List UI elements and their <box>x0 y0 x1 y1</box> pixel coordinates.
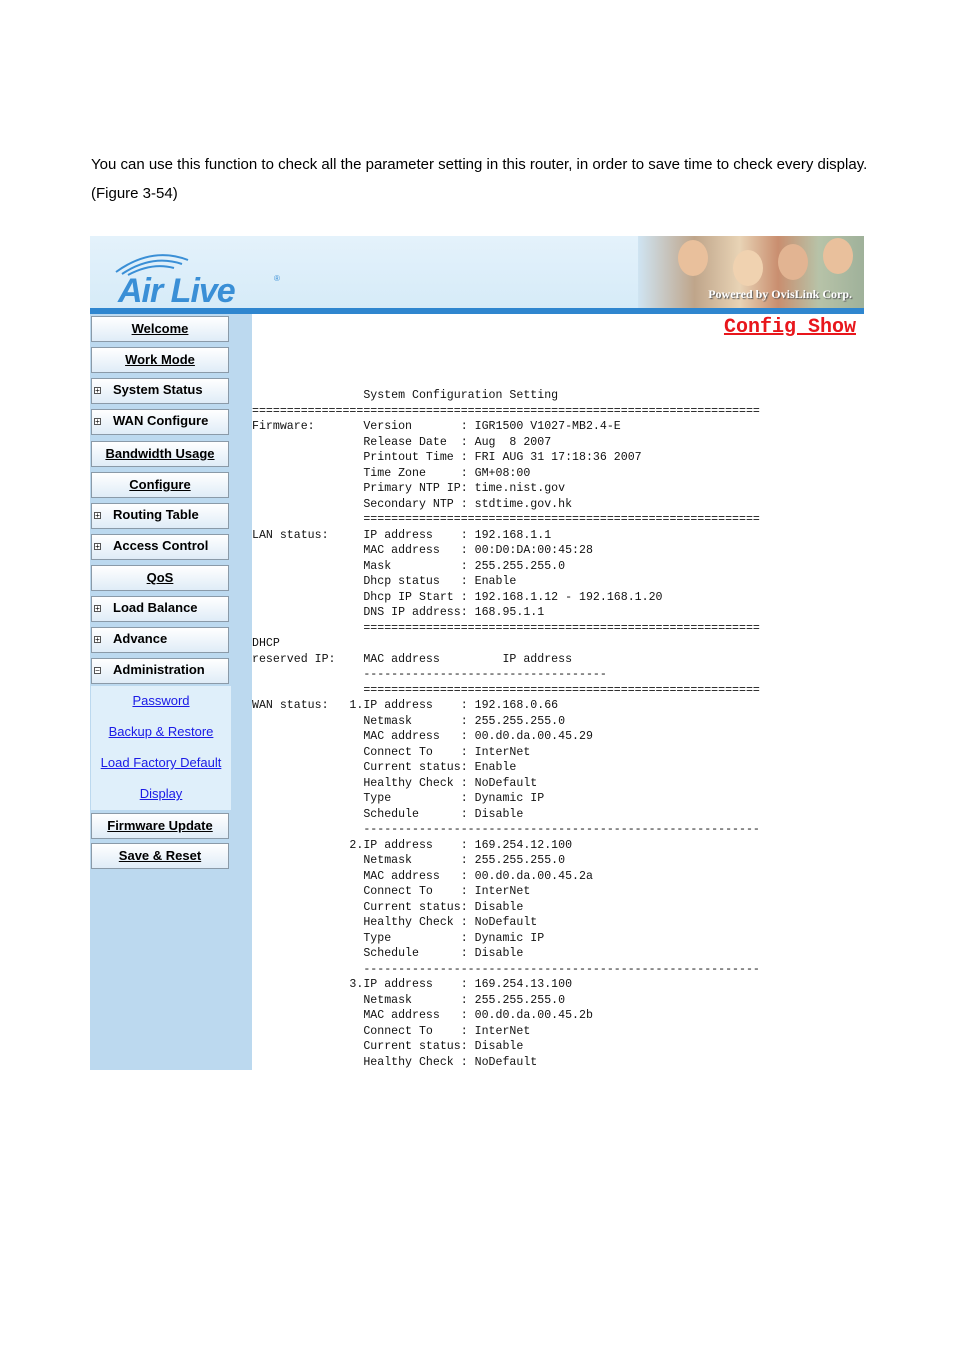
sidebar-item-welcome[interactable]: Welcome <box>91 316 229 342</box>
page-title: Config Show <box>723 316 856 339</box>
router-web-ui: Air Live ® Powered by OvisLink Corp. Wel… <box>90 236 864 1070</box>
sidebar-item-system-status[interactable]: + System Status <box>91 378 229 404</box>
sidebar-item-routing-table[interactable]: + Routing Table <box>91 503 229 529</box>
administration-submenu: Password Backup & Restore Load Factory D… <box>91 686 231 810</box>
sidebar-item-qos[interactable]: QoS <box>91 565 229 591</box>
powered-by-text: Powered by OvisLink Corp. <box>708 287 852 301</box>
sidebar-item-wan-configure[interactable]: + WAN Configure <box>91 409 229 435</box>
sidebar-item-label: QoS <box>146 570 174 585</box>
sidebar-item-label: Access Control <box>113 538 209 553</box>
sidebar-item-save-reset[interactable]: Save & Reset <box>91 843 229 869</box>
header-banner: Air Live ® Powered by OvisLink Corp. <box>90 236 864 308</box>
expand-icon[interactable]: + <box>94 512 101 520</box>
sidebar-item-label: Work Mode <box>125 352 195 367</box>
submenu-load-factory-default[interactable]: Load Factory Default <box>91 755 231 770</box>
sidebar-item-firmware-update[interactable]: Firmware Update <box>91 813 229 839</box>
expand-icon[interactable]: + <box>94 387 101 395</box>
header-photo: Powered by OvisLink Corp. <box>638 236 864 308</box>
registered-mark: ® <box>274 274 280 283</box>
sidebar-nav: Welcome Work Mode + System Status + WAN Confi… <box>90 314 252 1070</box>
sidebar-item-label: Routing Table <box>113 507 199 522</box>
main-content: Config Show System Configuration Setting… <box>252 314 864 1070</box>
submenu-password[interactable]: Password <box>91 693 231 708</box>
sidebar-item-label: Administration <box>113 662 205 677</box>
submenu-backup-restore[interactable]: Backup & Restore <box>91 724 231 739</box>
sidebar-item-work-mode[interactable]: Work Mode <box>91 347 229 373</box>
submenu-display[interactable]: Display <box>91 786 231 801</box>
intro-paragraph: You can use this function to check all t… <box>91 156 868 202</box>
sidebar-item-label: Advance <box>113 631 168 646</box>
sidebar-item-load-balance[interactable]: + Load Balance <box>91 596 229 622</box>
sidebar-item-advance[interactable]: + Advance <box>91 627 229 653</box>
config-listing: System Configuration Setting ===========… <box>252 389 760 1069</box>
sidebar-item-configure-lan-dhcp[interactable]: Configure LAN&DHCP <box>91 472 229 516</box>
sidebar-item-label: Save & Reset <box>118 848 202 863</box>
sidebar-item-label: Firmware Update <box>107 818 213 833</box>
expand-icon[interactable]: + <box>94 605 101 613</box>
airlive-logo: Air Live ® <box>112 250 292 308</box>
sidebar-item-label: Welcome <box>131 321 189 336</box>
sidebar-item-label: WAN Configure <box>113 413 209 428</box>
sidebar-item-label: Bandwidth Usage <box>105 446 215 461</box>
expand-icon[interactable]: + <box>94 636 101 644</box>
expand-icon[interactable]: + <box>94 543 101 551</box>
sidebar-item-access-control[interactable]: + Access Control <box>91 534 229 560</box>
expand-icon[interactable]: + <box>94 418 101 426</box>
collapse-icon[interactable]: − <box>94 667 101 675</box>
sidebar-item-administration[interactable]: − Administration <box>91 658 229 684</box>
logo-text: Air Live <box>118 272 236 308</box>
sidebar-item-label: System Status <box>113 382 203 397</box>
sidebar-item-label: Load Balance <box>113 600 198 615</box>
sidebar-item-bandwidth-usage[interactable]: Bandwidth Usage <box>91 441 229 467</box>
